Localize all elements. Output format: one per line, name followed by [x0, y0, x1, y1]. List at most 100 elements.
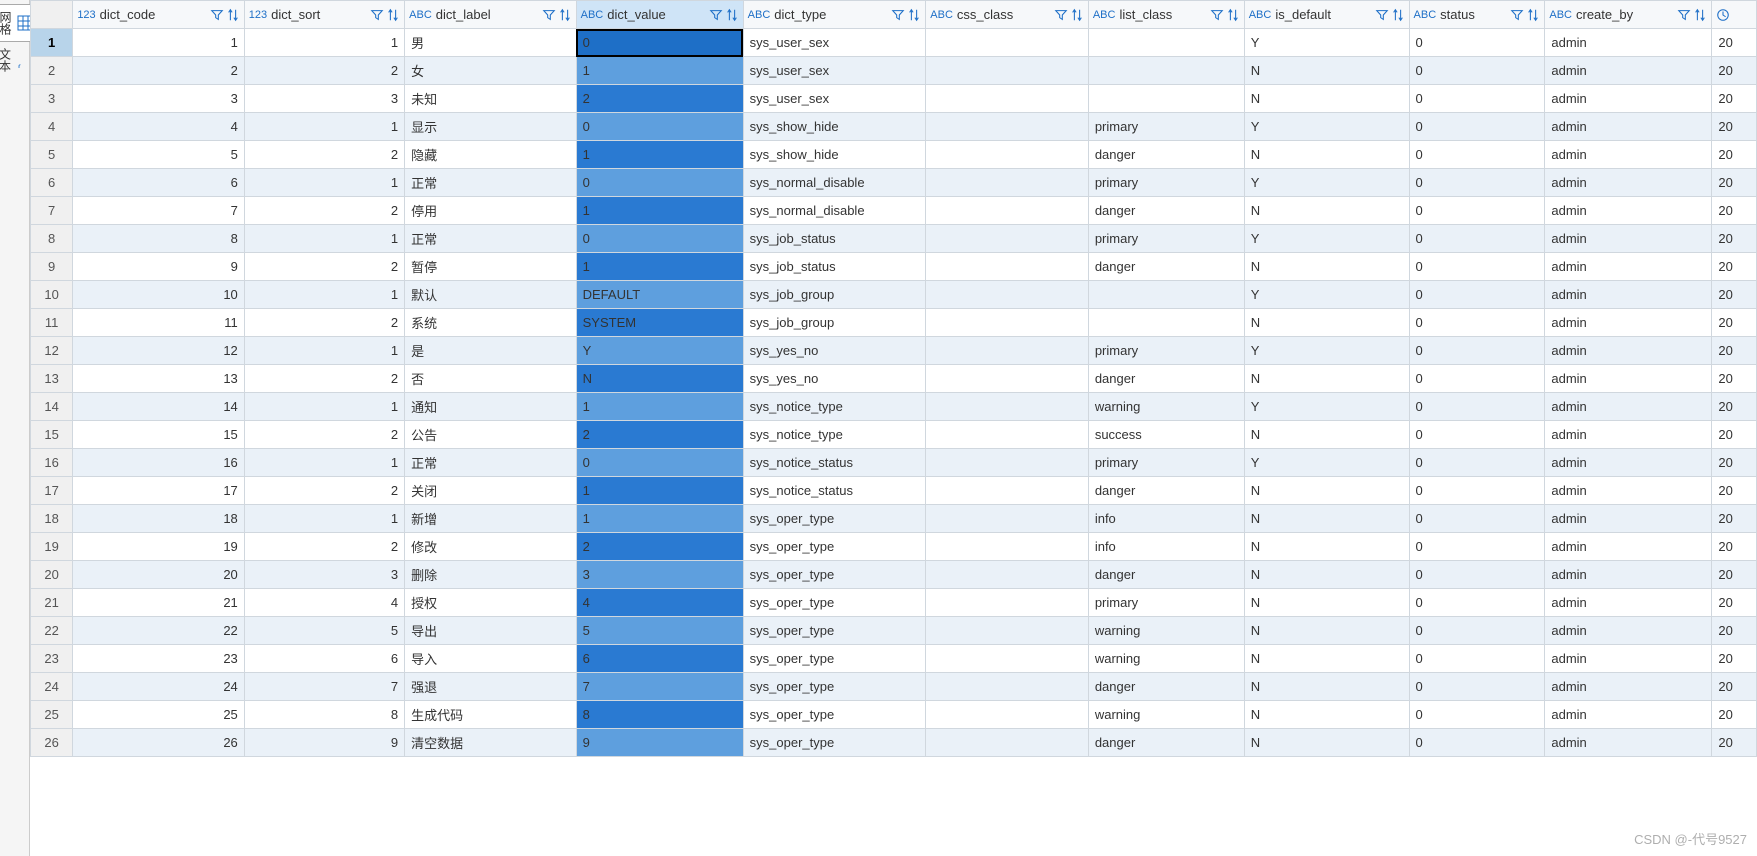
cell-dict_sort[interactable]: 7	[244, 673, 404, 701]
data-grid[interactable]: 123dict_code123dict_sortABCdict_labelABC…	[30, 0, 1757, 856]
sort-icon[interactable]	[1070, 8, 1084, 22]
cell-dict_sort[interactable]: 8	[244, 701, 404, 729]
cell-status[interactable]: 0	[1409, 113, 1545, 141]
cell-dict_value[interactable]: 0	[576, 113, 743, 141]
cell-dict_type[interactable]: sys_oper_type	[743, 505, 926, 533]
cell-list_class[interactable]: warning	[1088, 393, 1244, 421]
cell-list_class[interactable]	[1088, 309, 1244, 337]
cell-is_default[interactable]: Y	[1244, 169, 1409, 197]
cell-css_class[interactable]	[926, 673, 1089, 701]
row-number[interactable]: 3	[31, 85, 73, 113]
cell-dict_value[interactable]: 2	[576, 85, 743, 113]
filter-icon[interactable]	[542, 8, 556, 22]
cell-extra[interactable]: 20	[1712, 393, 1757, 421]
cell-is_default[interactable]: Y	[1244, 281, 1409, 309]
sort-icon[interactable]	[226, 8, 240, 22]
cell-dict_sort[interactable]: 1	[244, 29, 404, 57]
cell-dict_code[interactable]: 3	[73, 85, 244, 113]
row-number[interactable]: 25	[31, 701, 73, 729]
cell-dict_sort[interactable]: 2	[244, 533, 404, 561]
cell-css_class[interactable]	[926, 561, 1089, 589]
cell-status[interactable]: 0	[1409, 85, 1545, 113]
cell-css_class[interactable]	[926, 225, 1089, 253]
cell-dict_code[interactable]: 18	[73, 505, 244, 533]
cell-status[interactable]: 0	[1409, 337, 1545, 365]
cell-extra[interactable]: 20	[1712, 281, 1757, 309]
row-number[interactable]: 14	[31, 393, 73, 421]
cell-create_by[interactable]: admin	[1545, 169, 1712, 197]
row-number[interactable]: 8	[31, 225, 73, 253]
cell-is_default[interactable]: N	[1244, 589, 1409, 617]
cell-dict_code[interactable]: 10	[73, 281, 244, 309]
cell-dict_type[interactable]: sys_notice_type	[743, 421, 926, 449]
cell-list_class[interactable]: info	[1088, 505, 1244, 533]
cell-css_class[interactable]	[926, 169, 1089, 197]
cell-dict_type[interactable]: sys_job_group	[743, 309, 926, 337]
row-number[interactable]: 18	[31, 505, 73, 533]
cell-dict_value[interactable]: 9	[576, 729, 743, 757]
cell-css_class[interactable]	[926, 57, 1089, 85]
column-header-is_default[interactable]: ABCis_default	[1244, 1, 1409, 29]
cell-dict_code[interactable]: 23	[73, 645, 244, 673]
cell-status[interactable]: 0	[1409, 393, 1545, 421]
cell-dict_label[interactable]: 未知	[405, 85, 576, 113]
row-number[interactable]: 2	[31, 57, 73, 85]
cell-dict_sort[interactable]: 2	[244, 57, 404, 85]
cell-extra[interactable]: 20	[1712, 113, 1757, 141]
cell-css_class[interactable]	[926, 505, 1089, 533]
cell-create_by[interactable]: admin	[1545, 365, 1712, 393]
cell-list_class[interactable]: primary	[1088, 337, 1244, 365]
column-header-dict_value[interactable]: ABCdict_value	[576, 1, 743, 29]
cell-dict_type[interactable]: sys_user_sex	[743, 85, 926, 113]
cell-is_default[interactable]: N	[1244, 477, 1409, 505]
column-header-dict_sort[interactable]: 123dict_sort	[244, 1, 404, 29]
column-header-create_by[interactable]: ABCcreate_by	[1545, 1, 1712, 29]
column-header-list_class[interactable]: ABClist_class	[1088, 1, 1244, 29]
cell-dict_value[interactable]: 2	[576, 533, 743, 561]
cell-create_by[interactable]: admin	[1545, 729, 1712, 757]
filter-icon[interactable]	[1375, 8, 1389, 22]
cell-dict_label[interactable]: 显示	[405, 113, 576, 141]
cell-dict_code[interactable]: 2	[73, 57, 244, 85]
cell-is_default[interactable]: N	[1244, 673, 1409, 701]
cell-extra[interactable]: 20	[1712, 29, 1757, 57]
cell-dict_type[interactable]: sys_oper_type	[743, 729, 926, 757]
cell-status[interactable]: 0	[1409, 141, 1545, 169]
row-number[interactable]: 26	[31, 729, 73, 757]
cell-list_class[interactable]	[1088, 85, 1244, 113]
cell-status[interactable]: 0	[1409, 449, 1545, 477]
cell-dict_value[interactable]: 1	[576, 477, 743, 505]
sort-icon[interactable]	[907, 8, 921, 22]
cell-dict_type[interactable]: sys_oper_type	[743, 701, 926, 729]
cell-dict_type[interactable]: sys_show_hide	[743, 141, 926, 169]
cell-dict_label[interactable]: 正常	[405, 169, 576, 197]
table-row[interactable]: 23236导入6sys_oper_typewarningN0admin20	[31, 645, 1757, 673]
cell-status[interactable]: 0	[1409, 673, 1545, 701]
cell-is_default[interactable]: N	[1244, 533, 1409, 561]
cell-create_by[interactable]: admin	[1545, 589, 1712, 617]
cell-status[interactable]: 0	[1409, 29, 1545, 57]
cell-create_by[interactable]: admin	[1545, 617, 1712, 645]
row-number[interactable]: 19	[31, 533, 73, 561]
cell-dict_code[interactable]: 13	[73, 365, 244, 393]
cell-dict_sort[interactable]: 2	[244, 141, 404, 169]
table-row[interactable]: 15152公告2sys_notice_typesuccessN0admin20	[31, 421, 1757, 449]
cell-dict_sort[interactable]: 5	[244, 617, 404, 645]
cell-dict_value[interactable]: 4	[576, 589, 743, 617]
table-row[interactable]: 661正常0sys_normal_disableprimaryY0admin20	[31, 169, 1757, 197]
cell-extra[interactable]: 20	[1712, 533, 1757, 561]
cell-extra[interactable]: 20	[1712, 57, 1757, 85]
cell-status[interactable]: 0	[1409, 729, 1545, 757]
cell-dict_value[interactable]: 5	[576, 617, 743, 645]
cell-dict_sort[interactable]: 1	[244, 393, 404, 421]
cell-list_class[interactable]: danger	[1088, 141, 1244, 169]
table-row[interactable]: 20203删除3sys_oper_typedangerN0admin20	[31, 561, 1757, 589]
cell-dict_sort[interactable]: 2	[244, 477, 404, 505]
cell-css_class[interactable]	[926, 533, 1089, 561]
cell-css_class[interactable]	[926, 729, 1089, 757]
cell-extra[interactable]: 20	[1712, 337, 1757, 365]
sort-icon[interactable]	[1693, 8, 1707, 22]
cell-dict_value[interactable]: 1	[576, 57, 743, 85]
filter-icon[interactable]	[1677, 8, 1691, 22]
cell-create_by[interactable]: admin	[1545, 673, 1712, 701]
